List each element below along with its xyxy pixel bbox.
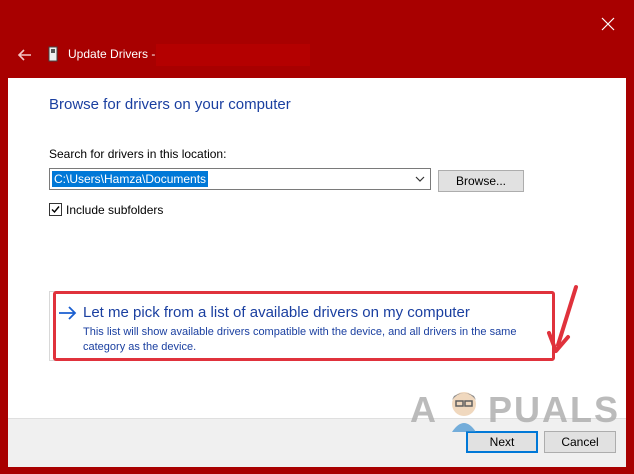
checkmark-icon bbox=[51, 206, 60, 214]
chevron-down-icon[interactable] bbox=[413, 172, 427, 186]
device-icon bbox=[48, 46, 58, 62]
redacted-device-name bbox=[156, 44, 310, 66]
watermark-suffix: PUALS bbox=[488, 389, 621, 430]
dialog-content: Browse for drivers on your computer Sear… bbox=[8, 78, 626, 418]
close-icon[interactable] bbox=[601, 17, 615, 31]
close-button[interactable] bbox=[598, 14, 618, 34]
back-arrow-icon[interactable] bbox=[14, 44, 36, 66]
include-subfolders-label: Include subfolders bbox=[66, 203, 164, 217]
red-arrow-annotation bbox=[547, 285, 578, 353]
path-input[interactable]: C:\Users\Hamza\Documents bbox=[52, 171, 209, 187]
pick-from-list-link[interactable]: Let me pick from a list of available dri… bbox=[83, 304, 470, 321]
include-subfolders-checkbox[interactable] bbox=[49, 203, 62, 216]
back-button[interactable] bbox=[14, 44, 36, 66]
path-combobox[interactable]: C:\Users\Hamza\Documents bbox=[49, 168, 431, 190]
browse-button[interactable]: Browse... bbox=[438, 170, 524, 192]
search-location-label: Search for drivers in this location: bbox=[49, 147, 227, 161]
watermark-prefix: A bbox=[410, 389, 438, 430]
window-title: Update Drivers - bbox=[68, 47, 156, 61]
mascot-icon bbox=[452, 392, 476, 432]
title-bar: Update Drivers - bbox=[0, 0, 634, 78]
arrow-right-icon bbox=[59, 306, 77, 320]
page-heading: Browse for drivers on your computer bbox=[49, 96, 291, 113]
pick-from-list-description: This list will show available drivers co… bbox=[83, 326, 517, 353]
appuals-watermark: A PUALS bbox=[410, 382, 620, 442]
